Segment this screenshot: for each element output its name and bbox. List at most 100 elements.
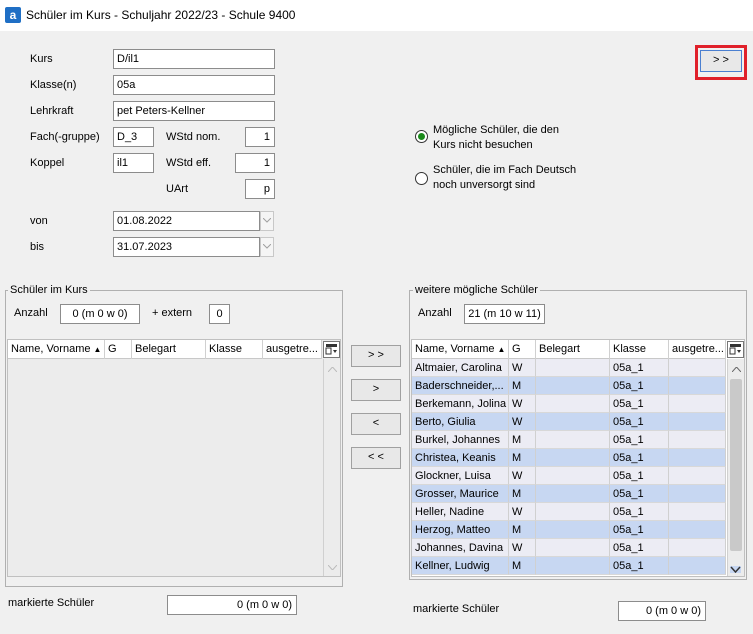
top-transfer-button[interactable]: > > [700,50,742,72]
table-row[interactable]: Heller, Nadine W 05a_1 [412,503,726,521]
right-markiert-label: markierte Schüler [413,603,500,615]
gender-cell: M [509,431,536,449]
koppel-label: Koppel [30,157,65,169]
scroll-down-icon [730,566,741,573]
klasse-field[interactable]: 05a [113,75,275,95]
gender-cell: M [509,521,536,539]
move-right-button[interactable]: > [351,379,401,401]
belegart-cell [536,521,610,539]
table-row[interactable]: Kellner, Ludwig M 05a_1 [412,557,726,575]
bis-date-field[interactable]: 31.07.2023 [113,237,260,257]
table-row[interactable]: Glockner, Luisa W 05a_1 [412,467,726,485]
wstd-nom-label: WStd nom. [166,131,221,143]
ausgetreten-cell [669,449,726,467]
name-cell: Christea, Keanis [412,449,509,467]
fach-label: Fach(-gruppe) [30,131,100,143]
right-col-g[interactable]: G [509,340,536,359]
wstd-eff-field[interactable]: 1 [235,153,275,173]
right-anzahl-field: 21 (m 10 w 11) [464,304,545,324]
right-col-klasse[interactable]: Klasse [610,340,669,359]
table-row[interactable]: Herzog, Matteo M 05a_1 [412,521,726,539]
von-date-field[interactable]: 01.08.2022 [113,211,260,231]
right-grid[interactable]: Name, Vorname ▲ G Belegart Klasse ausget… [411,339,745,577]
left-group-title: Schüler im Kurs [8,284,90,296]
left-col-ausgetreten[interactable]: ausgetre... [263,340,322,359]
belegart-cell [536,431,610,449]
belegart-cell [536,395,610,413]
belegart-cell [536,377,610,395]
klasse-cell: 05a_1 [610,521,669,539]
gender-cell: W [509,359,536,377]
table-row[interactable]: Berkemann, Jolina W 05a_1 [412,395,726,413]
gender-cell: W [509,539,536,557]
ausgetreten-cell [669,521,726,539]
move-all-left-button[interactable]: < < [351,447,401,469]
right-col-ausgetreten[interactable]: ausgetre... [669,340,726,359]
gender-cell: M [509,557,536,575]
app-logo-icon: a [5,7,21,23]
right-column-chooser-icon[interactable] [727,341,744,358]
scroll-thumb[interactable] [730,379,742,551]
belegart-cell [536,557,610,575]
gender-cell: W [509,395,536,413]
left-col-klasse[interactable]: Klasse [206,340,263,359]
von-dropdown-button[interactable] [260,211,274,231]
klasse-label: Klasse(n) [30,79,77,91]
move-left-button[interactable]: < [351,413,401,435]
kurs-field[interactable]: D/il1 [113,49,275,69]
radio-option2-line1: Schüler, die im Fach Deutsch [433,164,577,176]
table-row[interactable]: Christea, Keanis M 05a_1 [412,449,726,467]
koppel-field[interactable]: il1 [113,153,154,173]
right-vertical-scrollbar[interactable] [727,359,744,576]
move-all-right-button[interactable]: > > [351,345,401,367]
right-group-title: weitere mögliche Schüler [413,284,540,296]
radio-selected-dot [418,133,425,140]
left-grid[interactable]: Name, Vorname ▲ G Belegart Klasse ausget… [7,339,341,577]
uart-label: UArt [166,183,188,195]
table-row[interactable]: Grosser, Maurice M 05a_1 [412,485,726,503]
table-row[interactable]: Altmaier, Carolina W 05a_1 [412,359,726,377]
right-grid-header: Name, Vorname ▲ G Belegart Klasse ausget… [412,340,726,359]
left-anzahl-label: Anzahl [14,307,48,319]
klasse-cell: 05a_1 [610,449,669,467]
left-markiert-field: 0 (m 0 w 0) [167,595,297,615]
gender-cell: M [509,449,536,467]
ausgetreten-cell [669,377,726,395]
table-row[interactable]: Baderschneider,... M 05a_1 [412,377,726,395]
chevron-down-icon [263,244,271,249]
klasse-cell: 05a_1 [610,359,669,377]
left-col-name[interactable]: Name, Vorname ▲ [8,340,105,359]
table-row[interactable]: Burkel, Johannes M 05a_1 [412,431,726,449]
name-cell: Berkemann, Jolina [412,395,509,413]
left-column-chooser-icon[interactable] [323,341,340,358]
extern-label: + extern [152,307,193,319]
fach-field[interactable]: D_3 [113,127,154,147]
radio-option-unsupplied[interactable] [415,172,428,185]
klasse-cell: 05a_1 [610,431,669,449]
left-col-belegart[interactable]: Belegart [132,340,206,359]
table-row[interactable]: Johannes, Davina W 05a_1 [412,539,726,557]
name-cell: Herzog, Matteo [412,521,509,539]
left-col-g[interactable]: G [105,340,132,359]
left-vertical-scrollbar[interactable] [323,359,340,576]
klasse-cell: 05a_1 [610,485,669,503]
kurs-label: Kurs [30,53,53,65]
name-cell: Kellner, Ludwig [412,557,509,575]
radio-option-not-in-course[interactable] [415,130,428,143]
bis-dropdown-button[interactable] [260,237,274,257]
klasse-cell: 05a_1 [610,395,669,413]
right-anzahl-label: Anzahl [418,307,452,319]
left-markiert-label: markierte Schüler [8,597,95,609]
uart-field[interactable]: p [245,179,275,199]
radio-option1-line1: Mögliche Schüler, die den [433,124,559,136]
right-col-belegart[interactable]: Belegart [536,340,610,359]
right-col-name[interactable]: Name, Vorname ▲ [412,340,509,359]
belegart-cell [536,449,610,467]
chevron-down-icon [263,218,271,223]
name-cell: Grosser, Maurice [412,485,509,503]
table-row[interactable]: Berto, Giulia W 05a_1 [412,413,726,431]
lehrkraft-field[interactable]: pet Peters-Kellner [113,101,275,121]
wstd-nom-field[interactable]: 1 [245,127,275,147]
scroll-down-icon [328,565,337,570]
scroll-up-icon [732,367,741,372]
